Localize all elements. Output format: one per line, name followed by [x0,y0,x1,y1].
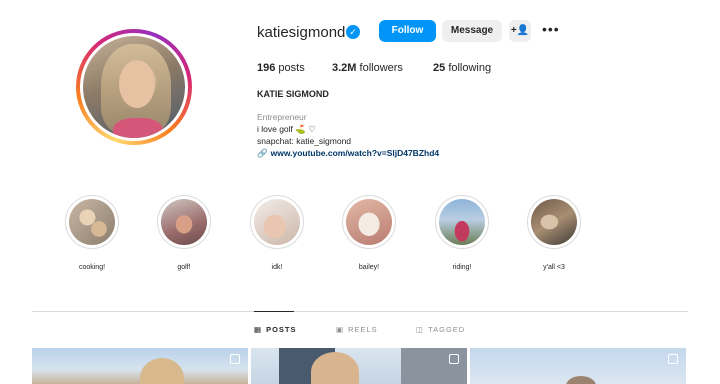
highlight-thumbnail [254,199,300,245]
post-thumbnail[interactable] [251,348,467,384]
post-thumbnail[interactable] [470,348,686,384]
highlight-thumbnail [69,199,115,245]
highlight-thumbnail [531,199,577,245]
posts-count: 196 [257,62,276,74]
followers-stat[interactable]: 3.2M followers [332,62,403,74]
bio-line: snapchat: katie_sigmond [257,136,352,146]
carousel-icon [230,354,240,364]
followers-label: followers [359,62,403,74]
message-button[interactable]: Message [442,20,502,42]
following-label: following [448,62,492,74]
highlight-bailey[interactable] [342,195,396,249]
bio-link-text[interactable]: www.youtube.com/watch?v=SljD47BZhd4 [271,148,440,158]
carousel-icon [449,354,459,364]
profile-avatar-ring[interactable] [76,29,192,145]
tabs-divider [32,311,688,312]
avatar-face [119,60,155,108]
tab-label: REELS [348,325,378,334]
tagged-icon: ◫ [416,325,425,334]
highlight-thumbnail [161,199,207,245]
highlight-cooking[interactable] [65,195,119,249]
tab-label: TAGGED [428,325,466,334]
more-options-icon[interactable]: ••• [542,22,562,40]
following-stat[interactable]: 25 following [433,62,491,74]
username: katiesigmond [257,24,346,41]
highlight-thumbnail [439,199,485,245]
post-subject [311,352,359,384]
highlight-yall[interactable] [527,195,581,249]
avatar-clothing [113,118,163,138]
highlight-label: cooking! [78,264,106,271]
highlight-label: golf! [177,264,191,271]
highlight-thumbnail [346,199,392,245]
post-thumbnail[interactable] [32,348,248,384]
full-name: KATIE SIGMOND [257,89,329,99]
tab-tagged[interactable]: ◫ TAGGED [416,325,465,334]
tab-reels[interactable]: ▣ REELS [336,325,378,334]
posts-label: posts [278,62,305,74]
follow-button[interactable]: Follow [379,20,436,42]
verified-badge-icon: ✓ [346,25,360,39]
bio-line: i love golf ⛳ ♡ [257,124,316,134]
link-icon: 🔗 [257,148,268,158]
followers-count: 3.2M [332,62,357,74]
highlight-label: riding! [452,264,472,271]
category-label: Entrepreneur [257,112,307,122]
add-person-icon[interactable]: +👤 [509,20,531,42]
grid-icon: ▦ [254,325,263,334]
highlight-label: idk! [271,264,283,271]
highlight-label: y'all <3 [543,264,565,271]
tab-posts[interactable]: ▦ POSTS [254,325,297,334]
reels-icon: ▣ [336,325,345,334]
following-count: 25 [433,62,446,74]
posts-stat: 196 posts [257,62,305,74]
tab-label: POSTS [266,325,297,334]
carousel-icon [668,354,678,364]
highlight-label: bailey! [358,264,380,271]
post-subject [566,376,596,384]
active-tab-indicator [254,311,294,312]
post-subject [140,358,184,384]
highlight-golf[interactable] [157,195,211,249]
highlight-riding[interactable] [435,195,489,249]
highlight-idk[interactable] [250,195,304,249]
avatar[interactable] [83,36,185,138]
bio-link[interactable]: 🔗 www.youtube.com/watch?v=SljD47BZhd4 [257,148,439,159]
avatar-gap [80,33,188,141]
